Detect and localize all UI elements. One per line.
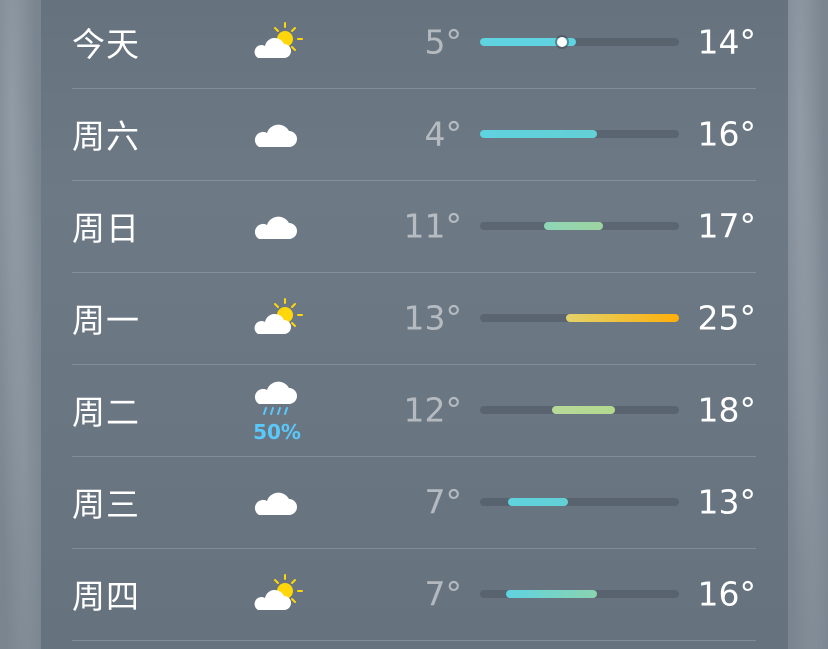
forecast-row[interactable]: 周四 7° 16° (72, 548, 756, 641)
day-label: 周四 (72, 577, 140, 616)
precipitation-chance: 50% (253, 420, 301, 444)
cloud-icon (249, 456, 305, 548)
current-temp-dot (556, 37, 567, 47)
partly-sunny-icon (249, 548, 305, 640)
forecast-row[interactable]: 周六 4° 16° (72, 88, 756, 181)
partly-sunny-icon (249, 0, 305, 88)
background-right (788, 0, 828, 649)
temp-range-bar (480, 590, 679, 598)
ten-day-forecast-panel: 今天 5° 14° 周六 4° 16° 周日 11° 17° 周一 13° 25… (41, 0, 788, 649)
day-label: 周三 (72, 485, 140, 524)
high-temp: 17° (697, 206, 757, 246)
temp-range-bar (480, 406, 679, 414)
low-temp: 7° (424, 482, 463, 522)
forecast-row[interactable]: 周一 13° 25° (72, 272, 756, 365)
temp-range-fill (480, 130, 598, 138)
forecast-row[interactable]: 周二 50% 12° 18° (72, 364, 756, 457)
high-temp: 14° (697, 22, 757, 62)
partly-sunny-icon (249, 272, 305, 364)
temp-range-fill (507, 498, 568, 506)
high-temp: 13° (697, 482, 757, 522)
forecast-row[interactable]: 周日 11° 17° (72, 180, 756, 273)
temp-range-fill (551, 406, 616, 414)
rain-cloud-icon: 50% (249, 364, 305, 456)
low-temp: 11° (403, 206, 463, 246)
forecast-row[interactable]: 今天 5° 14° (72, 0, 756, 89)
day-label: 周六 (72, 117, 140, 156)
temp-range-fill (543, 222, 604, 230)
low-temp: 4° (424, 114, 463, 154)
day-label: 周二 (72, 393, 140, 432)
high-temp: 25° (697, 298, 757, 338)
temp-range-bar (480, 37, 679, 47)
temp-range-fill (565, 314, 679, 322)
high-temp: 16° (697, 574, 757, 614)
temp-range-bar (480, 222, 679, 230)
low-temp: 12° (403, 390, 463, 430)
day-label: 周日 (72, 209, 140, 248)
low-temp: 7° (424, 574, 463, 614)
temp-range-bar (480, 130, 679, 138)
background-left (0, 0, 41, 649)
day-label: 周一 (72, 301, 140, 340)
low-temp: 5° (424, 22, 463, 62)
day-label: 今天 (72, 25, 140, 64)
temp-range-fill (505, 590, 598, 598)
cloud-icon (249, 88, 305, 180)
low-temp: 13° (403, 298, 463, 338)
high-temp: 18° (697, 390, 757, 430)
forecast-row[interactable]: 周三 7° 13° (72, 456, 756, 549)
temp-range-bar (480, 314, 679, 322)
temp-range-bar (480, 498, 679, 506)
high-temp: 16° (697, 114, 757, 154)
cloud-icon (249, 180, 305, 272)
